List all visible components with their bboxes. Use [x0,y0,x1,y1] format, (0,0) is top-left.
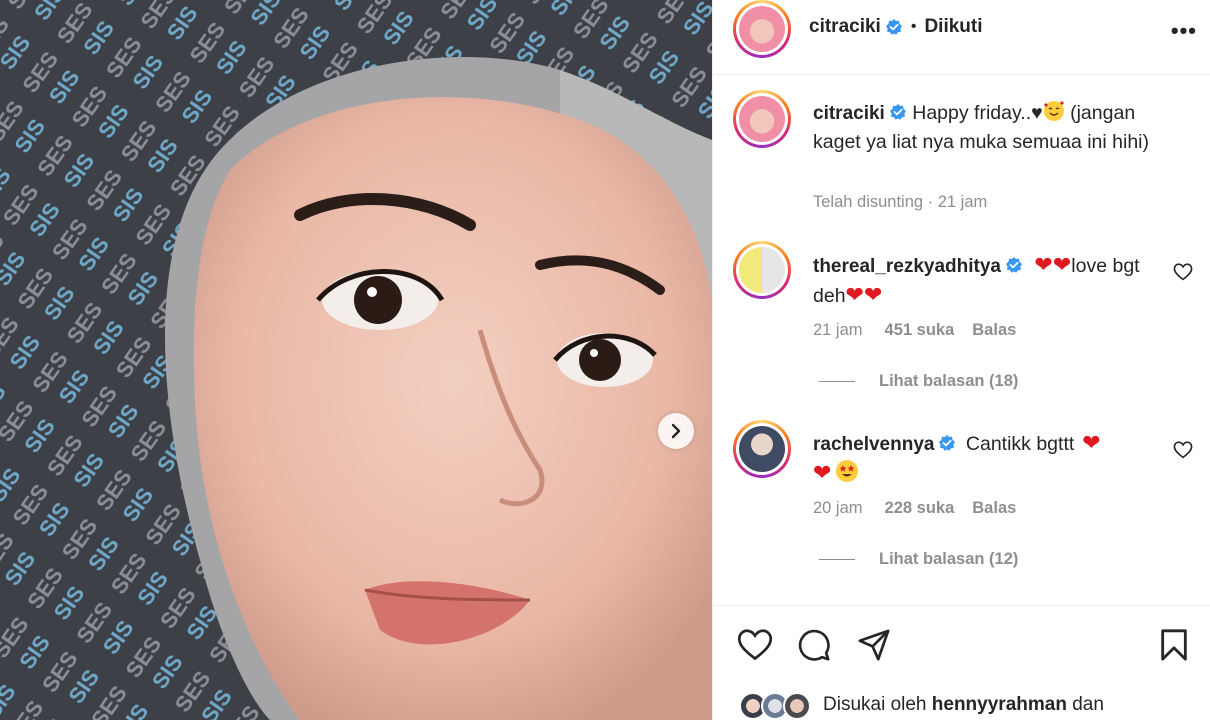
red-heart-icon: ❤ [1082,430,1101,455]
comment-time: 21 jam [813,321,863,339]
view-replies-label: Lihat balasan (18) [879,372,1019,390]
comment-likes[interactable]: 451 suka [885,321,955,339]
separator-dot: • [910,18,917,35]
follow-status-button[interactable]: Diikuti [924,16,982,38]
post-panel: citraciki • Diikuti ••• citraciki Happy … [712,0,1210,720]
caption-meta: Telah disunting · 21 jam [813,193,988,211]
post-photo[interactable]: SES SIS [0,0,712,720]
view-replies-button[interactable]: Lihat balasan (12) [819,550,1018,569]
divider-line [819,381,855,382]
star-struck-icon [836,460,859,482]
comment-icon[interactable] [797,628,831,662]
post-header: citraciki • Diikuti ••• [713,0,1210,75]
liked-by-text: Disukai oleh hennyyrahman dan [823,694,1104,716]
liked-by-prefix: Disukai oleh [823,694,932,715]
share-icon[interactable] [857,628,891,662]
comment-meta: 21 jam 451 suka Balas [813,321,1016,340]
divider-line [819,559,855,560]
reply-button[interactable]: Balas [972,321,1016,339]
view-replies-label: Lihat balasan (12) [879,550,1019,568]
portrait-image: SES SIS [0,0,712,720]
next-photo-button[interactable] [658,413,694,449]
red-heart-icon: ❤ [813,460,832,485]
liked-by-avatars[interactable] [739,692,819,720]
smiling-face-with-hearts-icon [1043,101,1064,121]
comment-body: Cantikk bgttt [965,433,1075,455]
bookmark-icon[interactable] [1159,628,1189,662]
comment-time: 20 jam [813,499,863,517]
reply-button[interactable]: Balas [972,499,1016,517]
view-replies-button[interactable]: Lihat balasan (18) [819,372,1018,391]
liked-by-suffix: dan [1066,694,1104,715]
black-heart-icon: ♥ [1031,102,1043,124]
comment-text: thereal_rezkyadhitya ❤❤love bgt deh❤❤ [813,251,1173,310]
red-heart-icon: ❤❤ [1034,252,1072,277]
verified-icon [939,435,956,451]
like-comment-heart-icon[interactable] [1173,441,1193,459]
caption-username[interactable]: citraciki [813,103,885,124]
like-comment-heart-icon[interactable] [1173,263,1193,281]
comment-username[interactable]: rachelvennya [813,434,934,455]
chevron-right-icon [671,423,681,439]
liked-by-user[interactable]: hennyyrahman [932,694,1067,715]
caption-avatar[interactable] [733,90,791,148]
comment-text: rachelvennya Cantikk bgttt ❤ ❤ [813,429,1173,488]
caption-body: Happy friday.. [912,102,1032,124]
comments-list[interactable]: citraciki Happy friday..♥ (jangan kaget … [713,75,1210,605]
more-icon[interactable]: ••• [1171,18,1197,44]
heart-icon[interactable] [737,628,773,662]
author-avatar[interactable] [733,0,791,58]
verified-icon [885,19,902,35]
caption-text: citraciki Happy friday..♥ (jangan kaget … [813,99,1173,156]
comment-likes[interactable]: 228 suka [885,499,955,517]
comment-meta: 20 jam 228 suka Balas [813,499,1016,518]
author-username[interactable]: citraciki [809,16,881,38]
post-actions: Disukai oleh hennyyrahman dan [713,605,1210,720]
commenter-avatar[interactable] [733,241,791,299]
red-heart-icon: ❤❤ [845,282,883,307]
verified-icon [889,104,906,120]
comment-username[interactable]: thereal_rezkyadhitya [813,256,1001,277]
verified-icon [1006,257,1022,273]
commenter-avatar[interactable] [733,420,791,478]
